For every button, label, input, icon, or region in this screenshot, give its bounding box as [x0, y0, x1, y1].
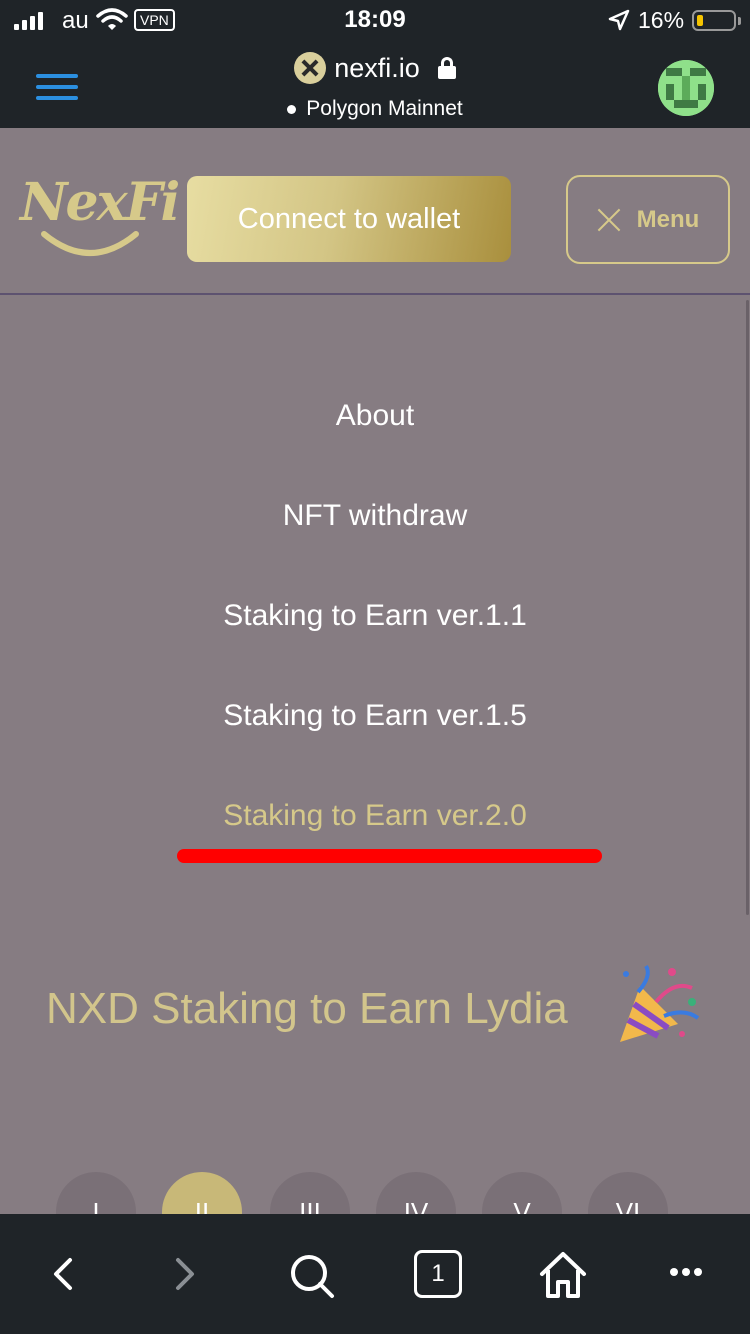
step-4-button[interactable]: IV: [376, 1172, 456, 1214]
status-bar: au VPN 18:09 16%: [0, 0, 750, 40]
location-arrow-icon: [608, 9, 630, 31]
step-2-button[interactable]: II: [162, 1172, 242, 1214]
red-highlight-underline: [177, 849, 602, 863]
network-indicator: Polygon Mainnet: [0, 97, 750, 121]
menu-toggle-button[interactable]: Menu: [566, 175, 730, 264]
tabs-icon[interactable]: 1: [414, 1250, 462, 1298]
step-selector: I II III IV V VI: [0, 1172, 750, 1214]
site-info[interactable]: nexfi.io Polygon Mainnet: [0, 52, 750, 121]
connect-wallet-button[interactable]: Connect to wallet: [187, 176, 511, 262]
menu-item-label: Staking to Earn ver.1.5: [223, 699, 527, 732]
battery-percentage: 16%: [638, 7, 685, 33]
identicon-icon: [658, 60, 714, 116]
menu-item-staking-v1-5[interactable]: Staking to Earn ver.1.5: [0, 666, 750, 766]
home-icon[interactable]: [538, 1246, 588, 1302]
menu-item-label: Staking to Earn ver.1.1: [223, 599, 527, 632]
scroll-indicator: [746, 300, 749, 915]
step-3-button[interactable]: III: [270, 1172, 350, 1214]
battery-cap: [738, 17, 741, 25]
site-header: NexFi Connect to wallet Menu: [0, 128, 750, 295]
step-5-button[interactable]: V: [482, 1172, 562, 1214]
lock-icon: [437, 57, 456, 79]
menu-item-staking-v1-1[interactable]: Staking to Earn ver.1.1: [0, 566, 750, 666]
battery-icon: [692, 10, 736, 31]
more-icon[interactable]: [666, 1246, 706, 1302]
browser-toolbar: 1: [0, 1214, 750, 1334]
menu-item-label: About: [335, 399, 415, 432]
logo-smile-icon: [41, 231, 139, 256]
network-status-dot: [287, 104, 297, 114]
menu-item-nft-withdraw[interactable]: NFT withdraw: [0, 466, 750, 566]
nav-menu: About NFT withdraw Staking to Earn ver.1…: [0, 366, 750, 866]
step-1-button[interactable]: I: [56, 1172, 136, 1214]
menu-label: Menu: [636, 205, 700, 233]
menu-item-label: NFT withdraw: [282, 499, 468, 532]
account-avatar[interactable]: [658, 60, 714, 116]
site-favicon-icon: [294, 52, 327, 84]
network-name: Polygon Mainnet: [306, 97, 463, 120]
back-icon[interactable]: [48, 1246, 78, 1302]
nexfi-logo[interactable]: NexFi: [20, 172, 180, 262]
step-6-button[interactable]: VI: [588, 1172, 668, 1214]
site-domain: nexfi.io: [334, 52, 420, 83]
browser-header: nexfi.io Polygon Mainnet: [0, 40, 750, 128]
forward-icon[interactable]: [170, 1246, 200, 1302]
menu-item-about[interactable]: About: [0, 366, 750, 466]
party-popper-icon: [620, 964, 700, 1042]
close-icon: [597, 208, 621, 232]
search-icon[interactable]: [288, 1246, 336, 1302]
logo-text: NexFi: [20, 172, 180, 233]
page-title: NXD Staking to Earn Lydia: [46, 984, 568, 1033]
